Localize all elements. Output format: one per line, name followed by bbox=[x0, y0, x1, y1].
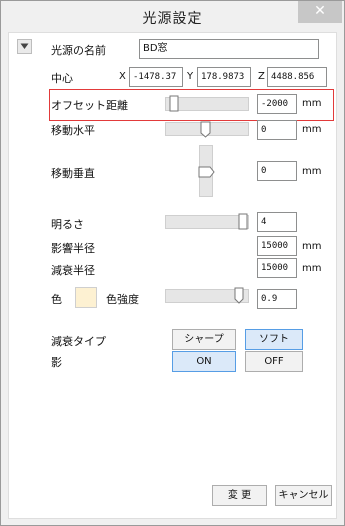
move-horizontal-input[interactable]: 0 bbox=[257, 120, 297, 140]
decay-sharp-button[interactable]: シャープ bbox=[172, 329, 236, 350]
x-label: X bbox=[119, 71, 126, 82]
influence-radius-label: 影響半径 bbox=[51, 242, 95, 255]
slider-thumb[interactable] bbox=[200, 121, 212, 139]
slider-thumb[interactable] bbox=[234, 287, 245, 305]
move-horizontal-unit: mm bbox=[302, 124, 322, 135]
slider-thumb[interactable] bbox=[169, 95, 180, 113]
cancel-button[interactable]: キャンセル bbox=[275, 485, 332, 506]
offset-label: オフセット距離 bbox=[51, 99, 128, 112]
move-vertical-input[interactable]: 0 bbox=[257, 161, 297, 181]
y-label: Y bbox=[187, 71, 194, 82]
brightness-slider[interactable] bbox=[165, 213, 249, 231]
offset-input[interactable]: -2000 bbox=[257, 94, 297, 114]
z-label: Z bbox=[258, 71, 265, 82]
slider-thumb[interactable] bbox=[198, 166, 216, 178]
color-intensity-input[interactable]: 0.9 bbox=[257, 289, 297, 309]
influence-radius-unit: mm bbox=[302, 241, 322, 252]
collapse-toggle[interactable] bbox=[17, 39, 32, 54]
brightness-input[interactable]: 4 bbox=[257, 212, 297, 232]
color-intensity-slider[interactable] bbox=[165, 287, 249, 305]
move-horizontal-slider[interactable] bbox=[165, 121, 249, 139]
brightness-label: 明るさ bbox=[51, 218, 84, 231]
decay-soft-button[interactable]: ソフト bbox=[245, 329, 303, 350]
influence-radius-input[interactable]: 15000 bbox=[257, 236, 297, 256]
slider-thumb[interactable] bbox=[238, 213, 249, 231]
triangle-down-icon bbox=[20, 43, 29, 49]
color-label: 色 bbox=[51, 293, 62, 306]
color-swatch[interactable] bbox=[75, 287, 97, 308]
center-x-input[interactable]: -1478.37 bbox=[129, 67, 183, 87]
color-intensity-label: 色強度 bbox=[106, 293, 139, 306]
move-vertical-unit: mm bbox=[302, 166, 322, 177]
shadow-off-button[interactable]: OFF bbox=[245, 351, 303, 372]
shadow-on-button[interactable]: ON bbox=[172, 351, 236, 372]
light-name-label: 光源の名前 bbox=[51, 44, 106, 57]
light-settings-window: 光源設定 ✕ 光源の名前 BD窓 中心 X -1478.37 Y 178.987… bbox=[0, 0, 345, 526]
change-button[interactable]: 変 更 bbox=[212, 485, 267, 506]
close-button[interactable]: ✕ bbox=[298, 1, 342, 23]
decay-type-label: 減衰タイプ bbox=[51, 335, 106, 348]
offset-slider[interactable] bbox=[165, 95, 249, 113]
move-horizontal-label: 移動水平 bbox=[51, 124, 95, 137]
move-vertical-slider[interactable] bbox=[198, 145, 216, 197]
center-label: 中心 bbox=[51, 72, 73, 85]
light-name-input[interactable]: BD窓 bbox=[139, 39, 319, 59]
center-y-input[interactable]: 178.9873 bbox=[197, 67, 251, 87]
window-title: 光源設定 bbox=[142, 11, 203, 27]
decay-radius-label: 減衰半径 bbox=[51, 264, 95, 277]
offset-unit: mm bbox=[302, 98, 322, 109]
title-bar[interactable]: 光源設定 ✕ bbox=[1, 1, 344, 31]
center-z-input[interactable]: 4488.856 bbox=[267, 67, 327, 87]
decay-radius-input[interactable]: 15000 bbox=[257, 258, 297, 278]
settings-panel: 光源の名前 BD窓 中心 X -1478.37 Y 178.9873 Z 448… bbox=[8, 32, 337, 519]
move-vertical-label: 移動垂直 bbox=[51, 167, 95, 180]
decay-radius-unit: mm bbox=[302, 263, 322, 274]
shadow-label: 影 bbox=[51, 356, 62, 369]
